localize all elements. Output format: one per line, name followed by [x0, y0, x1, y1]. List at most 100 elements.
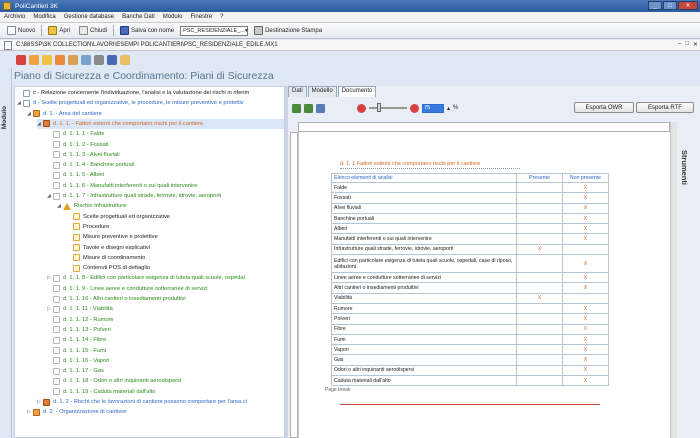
- new-button[interactable]: Nuovo: [4, 26, 38, 35]
- folder-open-icon[interactable]: [42, 55, 52, 65]
- page-icon: [53, 192, 60, 200]
- tree-node[interactable]: ▷ d. 2. - Organizzazione di cantiere: [27, 407, 284, 417]
- print-icon[interactable]: [94, 55, 104, 65]
- tree-node[interactable]: ◢ d. 1. 1. - Fattori esterni che comporta…: [37, 118, 284, 129]
- tree-node[interactable]: d. 1. 1. 4 - Banchine portuali: [47, 160, 284, 170]
- doc-close-button[interactable]: ✕: [693, 41, 698, 48]
- tree-node[interactable]: Procedure: [67, 222, 284, 232]
- table-row: Odori o altri inquinanti aerodispersi X: [331, 364, 609, 377]
- tree-node[interactable]: Misure preventive e protettive: [67, 232, 284, 242]
- tree-node[interactable]: d. 1. 1. 3 - Alvei fluviali: [47, 150, 284, 160]
- tab-dati[interactable]: Dati: [288, 86, 307, 97]
- menu-archivio[interactable]: Archivio: [0, 14, 29, 20]
- tree-node-label: Misure di coordinamento: [83, 254, 146, 261]
- tools-side-tab[interactable]: Strumenti: [676, 150, 698, 250]
- tree-node[interactable]: Scelte progettuali ed organizzative: [67, 212, 284, 222]
- undo-icon[interactable]: [292, 103, 301, 113]
- save-icon[interactable]: [107, 55, 117, 65]
- doc-maximize-button[interactable]: □: [685, 41, 689, 48]
- tree-node[interactable]: ◢ d - Scelte progettuali ed organizzative…: [17, 98, 284, 108]
- tree-node[interactable]: Contenuti POS di dettaglio: [67, 263, 284, 273]
- menu-finestre[interactable]: Finestre: [186, 14, 216, 20]
- tree-node-label: d. 1. 1. 9 - Linee aeree e condutture so…: [63, 285, 208, 292]
- tree-node[interactable]: d. 1. 1. 9 - Linee aeree e condutture so…: [47, 284, 284, 294]
- element-cell: Fossati: [331, 192, 517, 204]
- tree-node[interactable]: d. 1. 1. 19 - Caduta materiali dall'alto: [47, 387, 284, 397]
- non-presente-cell: X: [562, 202, 609, 214]
- document-settings-icon[interactable]: [81, 55, 91, 65]
- export-rtf-button[interactable]: Esporta RTF: [636, 102, 694, 113]
- element-cell: Edifici con particolare esigenza di tute…: [331, 254, 517, 274]
- close-button[interactable]: ✕: [678, 1, 698, 10]
- zoom-in-icon[interactable]: [410, 103, 419, 113]
- expander-icon[interactable]: ▷: [27, 409, 32, 415]
- tree-node[interactable]: d. 1. 1. 2 - Fossati: [47, 140, 284, 150]
- tree-node[interactable]: d. 1. 1. 15 - Fumi: [47, 346, 284, 356]
- tree-node[interactable]: d. 1. 1. 6 - Manufatti interferenti o su…: [47, 181, 284, 191]
- note-icon[interactable]: [120, 55, 130, 65]
- expander-icon[interactable]: ◢: [37, 121, 42, 127]
- tree-node[interactable]: d. 1. 1. 5 - Alberi: [47, 170, 284, 180]
- tree-node[interactable]: ◢ d. 1. - Area del cantiere: [27, 109, 284, 119]
- maximize-button[interactable]: □: [663, 1, 677, 10]
- tree-node[interactable]: d. 1. 1. 13 - Polveri: [47, 325, 284, 335]
- close-doc-button[interactable]: Chiudi: [76, 26, 110, 35]
- zoom-unit: %: [453, 105, 459, 111]
- tab-documento[interactable]: Documento: [337, 86, 377, 97]
- document-select[interactable]: PSC_RESIDENZIALE_... ▾: [180, 25, 249, 36]
- tree-node[interactable]: ▷ d. 1. 1. 8 - Edifici con particolare es…: [47, 273, 284, 283]
- print-destination-button[interactable]: Destinazione Stampa: [251, 26, 325, 35]
- tree-node[interactable]: ◢ d. 1. 1. 7 - Infrastrutture quali strad…: [47, 191, 284, 201]
- open-button[interactable]: Apri: [45, 26, 73, 35]
- module-side-tab[interactable]: Modulo: [0, 68, 12, 438]
- tree-node-label: d. 1. 2 - Rischi che le lavorazioni di c…: [53, 399, 247, 405]
- save-as-button[interactable]: Salva con nome: [117, 26, 177, 35]
- tree-node[interactable]: d. 1. 1. 17 - Gas: [47, 366, 284, 376]
- tree-node[interactable]: Tavole e disegni esplicativi: [67, 243, 284, 253]
- tree-node[interactable]: d. 1. 1. 14 - Fibre: [47, 335, 284, 345]
- zoom-out-icon[interactable]: [357, 103, 366, 113]
- tree-node[interactable]: d. 1. 1. 12 - Rumore: [47, 315, 284, 325]
- expander-icon[interactable]: ◢: [47, 193, 52, 199]
- menu-gestione-database[interactable]: Gestione database: [60, 14, 118, 20]
- expander-icon[interactable]: ▷: [37, 399, 42, 405]
- tree-node[interactable]: d. 1. 1. 16 - Vapori: [47, 356, 284, 366]
- zoom-slider-handle[interactable]: [377, 103, 381, 112]
- menu-modifica[interactable]: Modifica: [29, 14, 59, 20]
- tree-node[interactable]: d. 1. 1. 10 - Altri cantieri o insediame…: [47, 294, 284, 304]
- doc-minimize-button[interactable]: –: [678, 41, 681, 48]
- tree-node[interactable]: d. 1. 1. 1 - Falde: [47, 129, 284, 139]
- expander-icon[interactable]: ◢: [27, 111, 32, 117]
- folder-up-icon[interactable]: [29, 55, 39, 65]
- save-as-label: Salva con nome: [131, 27, 175, 34]
- page-icon: [73, 264, 80, 272]
- page-icon: [53, 274, 60, 282]
- tree-node[interactable]: c - Relazione concernente l'individuazio…: [17, 88, 284, 98]
- zoom-input[interactable]: 75: [422, 103, 444, 113]
- menu-help[interactable]: ?: [216, 14, 227, 20]
- expander-icon[interactable]: ▷: [47, 306, 52, 312]
- expander-icon[interactable]: ▷: [47, 275, 52, 281]
- tree-node[interactable]: ▷ d. 1. 1. 11 - Viabilità: [47, 304, 284, 314]
- separator: [113, 25, 115, 36]
- minimize-button[interactable]: _: [648, 1, 662, 10]
- tab-modello[interactable]: Modello: [307, 86, 337, 97]
- pdf-icon[interactable]: [16, 55, 26, 65]
- folder-edit-icon[interactable]: [68, 55, 78, 65]
- element-cell: Alberi: [331, 223, 517, 235]
- export-owr-button[interactable]: Esporta OWR: [574, 102, 634, 113]
- tree-node-label: d. 1. - Area del cantiere: [43, 110, 102, 117]
- expander-icon[interactable]: ◢: [17, 100, 22, 106]
- tree-node[interactable]: ▷ d. 1. 2 - Rischi che le lavorazioni di …: [37, 397, 284, 407]
- expander-icon[interactable]: ◢: [57, 203, 62, 209]
- zoom-stepper-icon[interactable]: ▴: [447, 105, 450, 112]
- menu-banche-dati[interactable]: Banche Dati: [118, 14, 159, 20]
- redo-icon[interactable]: [304, 103, 313, 113]
- folder-add-icon[interactable]: [55, 55, 65, 65]
- layout-icon[interactable]: [316, 103, 325, 113]
- tree-node[interactable]: d. 1. 1. 18 - Odori o altri inquinanti a…: [47, 376, 284, 386]
- tree-node[interactable]: ◢ Rischio Infrastrutture: [57, 201, 284, 211]
- zoom-slider[interactable]: [369, 103, 407, 112]
- tree-node[interactable]: Misure di coordinamento: [67, 253, 284, 263]
- menu-modulo[interactable]: Modulo: [159, 14, 187, 20]
